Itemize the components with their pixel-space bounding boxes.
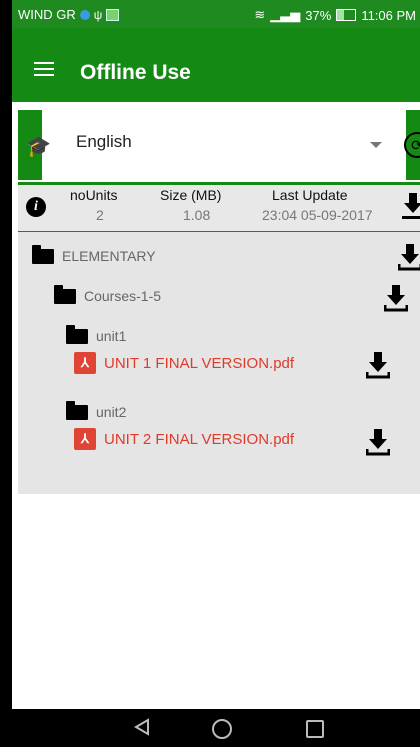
info-icon[interactable]: i xyxy=(26,197,46,217)
folder-icon xyxy=(66,400,88,420)
tree-label-courses: Courses-1-5 xyxy=(84,288,162,304)
pdf-icon: ⅄ xyxy=(74,428,96,450)
app-bar: Offline Use xyxy=(12,28,420,102)
hamburger-menu-icon[interactable] xyxy=(34,62,54,76)
folder-icon xyxy=(66,324,88,344)
home-icon[interactable] xyxy=(212,719,232,739)
battery-icon xyxy=(336,9,357,21)
download-all-icon[interactable] xyxy=(402,193,420,221)
pdf-label-unit2: UNIT 2 FINAL VERSION.pdf xyxy=(104,430,295,448)
pdf-label-unit1: UNIT 1 FINAL VERSION.pdf xyxy=(104,354,295,372)
download-courses-icon[interactable] xyxy=(384,285,408,313)
system-nav-bar xyxy=(12,709,420,747)
download-unit1-icon[interactable] xyxy=(366,352,390,380)
carrier-label: WIND GR xyxy=(18,7,76,22)
tree-item-courses[interactable]: Courses-1-5 xyxy=(54,284,162,304)
page-title: Offline Use xyxy=(80,61,191,84)
notification-icon xyxy=(79,9,90,20)
header-size: Size (MB) xyxy=(160,187,222,203)
info-row: i noUnits Size (MB) Last Update 2 1.08 2… xyxy=(18,182,420,234)
download-elementary-icon[interactable] xyxy=(398,244,420,272)
download-unit2-icon[interactable] xyxy=(366,429,390,457)
tree-item-elementary[interactable]: ELEMENTARY xyxy=(32,244,156,264)
folder-icon xyxy=(32,244,54,264)
header-last-update: Last Update xyxy=(272,187,348,203)
recent-apps-icon[interactable] xyxy=(306,720,324,738)
usb-icon: ψ xyxy=(93,7,103,22)
tree-label-unit1: unit1 xyxy=(96,328,127,344)
chevron-down-icon[interactable] xyxy=(370,142,382,148)
graduation-cap-icon: 🎓 xyxy=(26,136,51,158)
language-select[interactable]: English xyxy=(76,132,132,152)
battery-percent: 37% xyxy=(305,7,332,23)
clock: 11:06 PM xyxy=(361,7,416,23)
image-icon xyxy=(106,8,120,21)
language-row: 🎓 English ⟳ xyxy=(18,110,420,180)
back-icon[interactable] xyxy=(134,718,150,736)
pdf-item-unit2[interactable]: ⅄ UNIT 2 FINAL VERSION.pdf xyxy=(74,428,294,450)
pdf-icon: ⅄ xyxy=(74,352,96,374)
value-nounits: 2 xyxy=(96,207,104,223)
pdf-item-unit1[interactable]: ⅄ UNIT 1 FINAL VERSION.pdf xyxy=(74,352,294,374)
tree-item-unit2[interactable]: unit2 xyxy=(66,400,127,420)
folder-icon xyxy=(54,284,76,304)
value-size: 1.08 xyxy=(183,207,211,223)
tree-item-unit1[interactable]: unit1 xyxy=(66,324,127,344)
signal-icon: ▁▃▅ xyxy=(270,7,301,22)
content-tree: ELEMENTARY Courses-1-5 unit1 ⅄ UNIT 1 FI… xyxy=(18,232,420,494)
phone-screen: WIND GR ψ ≋ ▁▃▅ 37% 11:06 PM Offline Use… xyxy=(12,0,420,747)
tree-label-elementary: ELEMENTARY xyxy=(62,248,156,264)
status-right: ≋ ▁▃▅ 37% 11:06 PM xyxy=(254,7,416,23)
tree-label-unit2: unit2 xyxy=(96,404,127,420)
status-bar: WIND GR ψ ≋ ▁▃▅ 37% 11:06 PM xyxy=(12,0,420,28)
status-left: WIND GR ψ xyxy=(18,7,120,22)
header-nounits: noUnits xyxy=(70,187,118,203)
value-last-update: 23:04 05-09-2017 xyxy=(262,207,373,223)
wifi-icon: ≋ xyxy=(254,7,266,22)
